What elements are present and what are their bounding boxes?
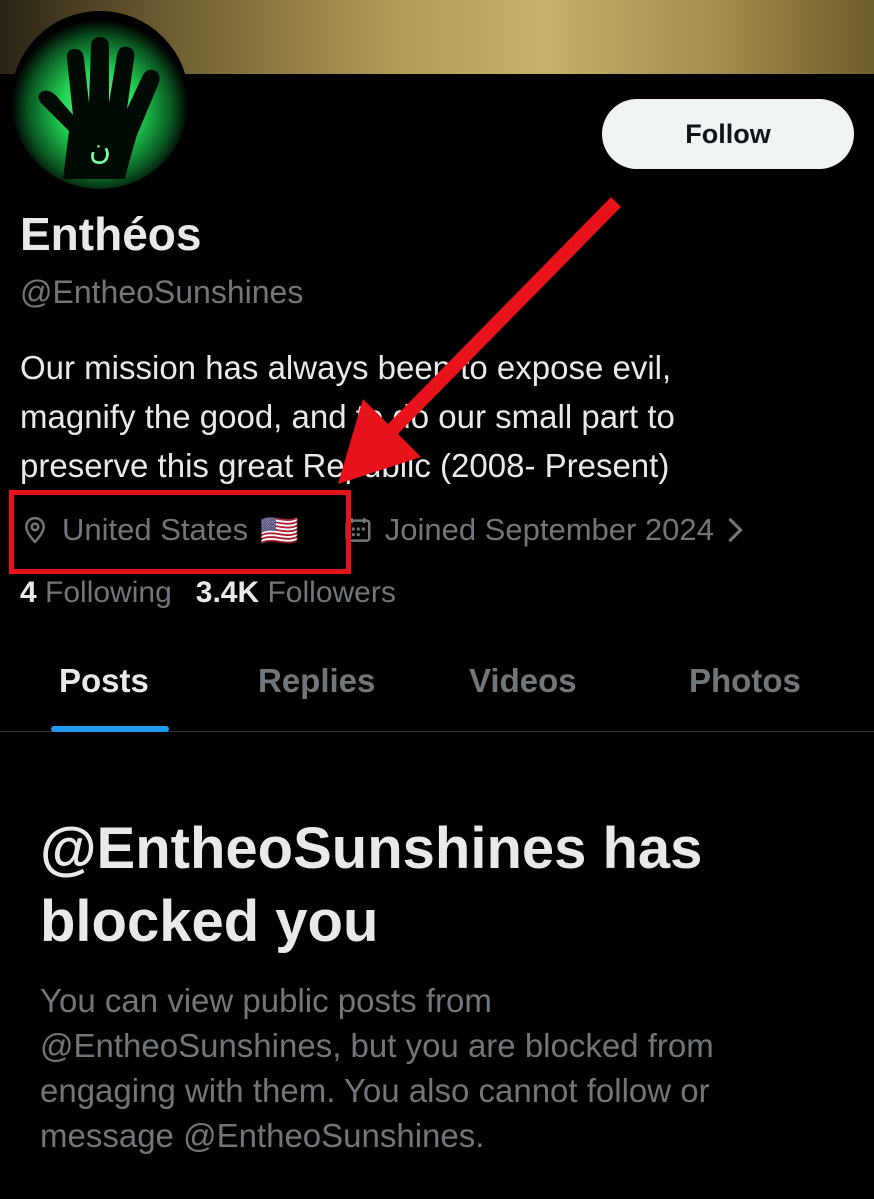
joined-text: Joined September 2024 [384, 512, 714, 547]
blocked-message-line: @EntheoSunshines, but you are blocked fr… [40, 1027, 714, 1064]
profile-tabs: Posts Replies Videos Photos [0, 640, 874, 732]
tab-replies[interactable]: Replies [258, 662, 375, 700]
tab-photos[interactable]: Photos [689, 662, 801, 700]
profile-stats: 4 Following 3.4K Followers [20, 576, 396, 610]
location-pin-icon [24, 516, 46, 544]
tab-posts[interactable]: Posts [59, 662, 149, 700]
profile-location: United States 🇺🇸 [20, 512, 299, 549]
tab-videos[interactable]: Videos [469, 662, 577, 700]
location-text: United States [62, 512, 249, 547]
followers-label: Followers [267, 576, 396, 609]
green-glowing-hand-icon: ن [11, 11, 189, 189]
bio-line: preserve this great Republic (2008- Pres… [20, 447, 670, 484]
blocked-message: You can view public posts from @EntheoSu… [40, 978, 860, 1158]
bio-line: magnify the good, and to do our small pa… [20, 398, 675, 435]
following-label: Following [45, 576, 172, 609]
blocked-message-line: You can view public posts from [40, 982, 492, 1019]
profile-bio: Our mission has always been to expose ev… [20, 343, 860, 490]
followers-link[interactable]: 3.4K Followers [196, 576, 396, 610]
profile-handle: @EntheoSunshines [20, 274, 304, 310]
svg-text:ن: ن [89, 132, 111, 167]
followers-count: 3.4K [195, 576, 260, 609]
blocked-title: @EntheoSunshines has blocked you [40, 812, 840, 958]
blocked-title-line: @EntheoSunshines has [40, 816, 703, 881]
calendar-icon [345, 518, 371, 542]
active-tab-indicator [51, 726, 169, 732]
profile-meta-row: United States 🇺🇸 Joined September 2024 [20, 506, 756, 554]
blocked-title-line: blocked you [40, 889, 379, 954]
follow-button[interactable]: Follow [602, 99, 854, 169]
chevron-right-icon [728, 517, 743, 543]
blocked-message-line: message @EntheoSunshines. [40, 1117, 485, 1154]
profile-joined-date[interactable]: Joined September 2024 [343, 512, 756, 548]
bio-line: Our mission has always been to expose ev… [20, 349, 672, 386]
following-count: 4 [20, 576, 37, 609]
us-flag-icon: 🇺🇸 [260, 512, 299, 548]
following-link[interactable]: 4 Following [20, 576, 172, 610]
blocked-message-line: engaging with them. You also cannot foll… [40, 1072, 710, 1109]
profile-avatar[interactable]: ن [11, 11, 189, 189]
profile-display-name: Enthéos [20, 208, 202, 260]
